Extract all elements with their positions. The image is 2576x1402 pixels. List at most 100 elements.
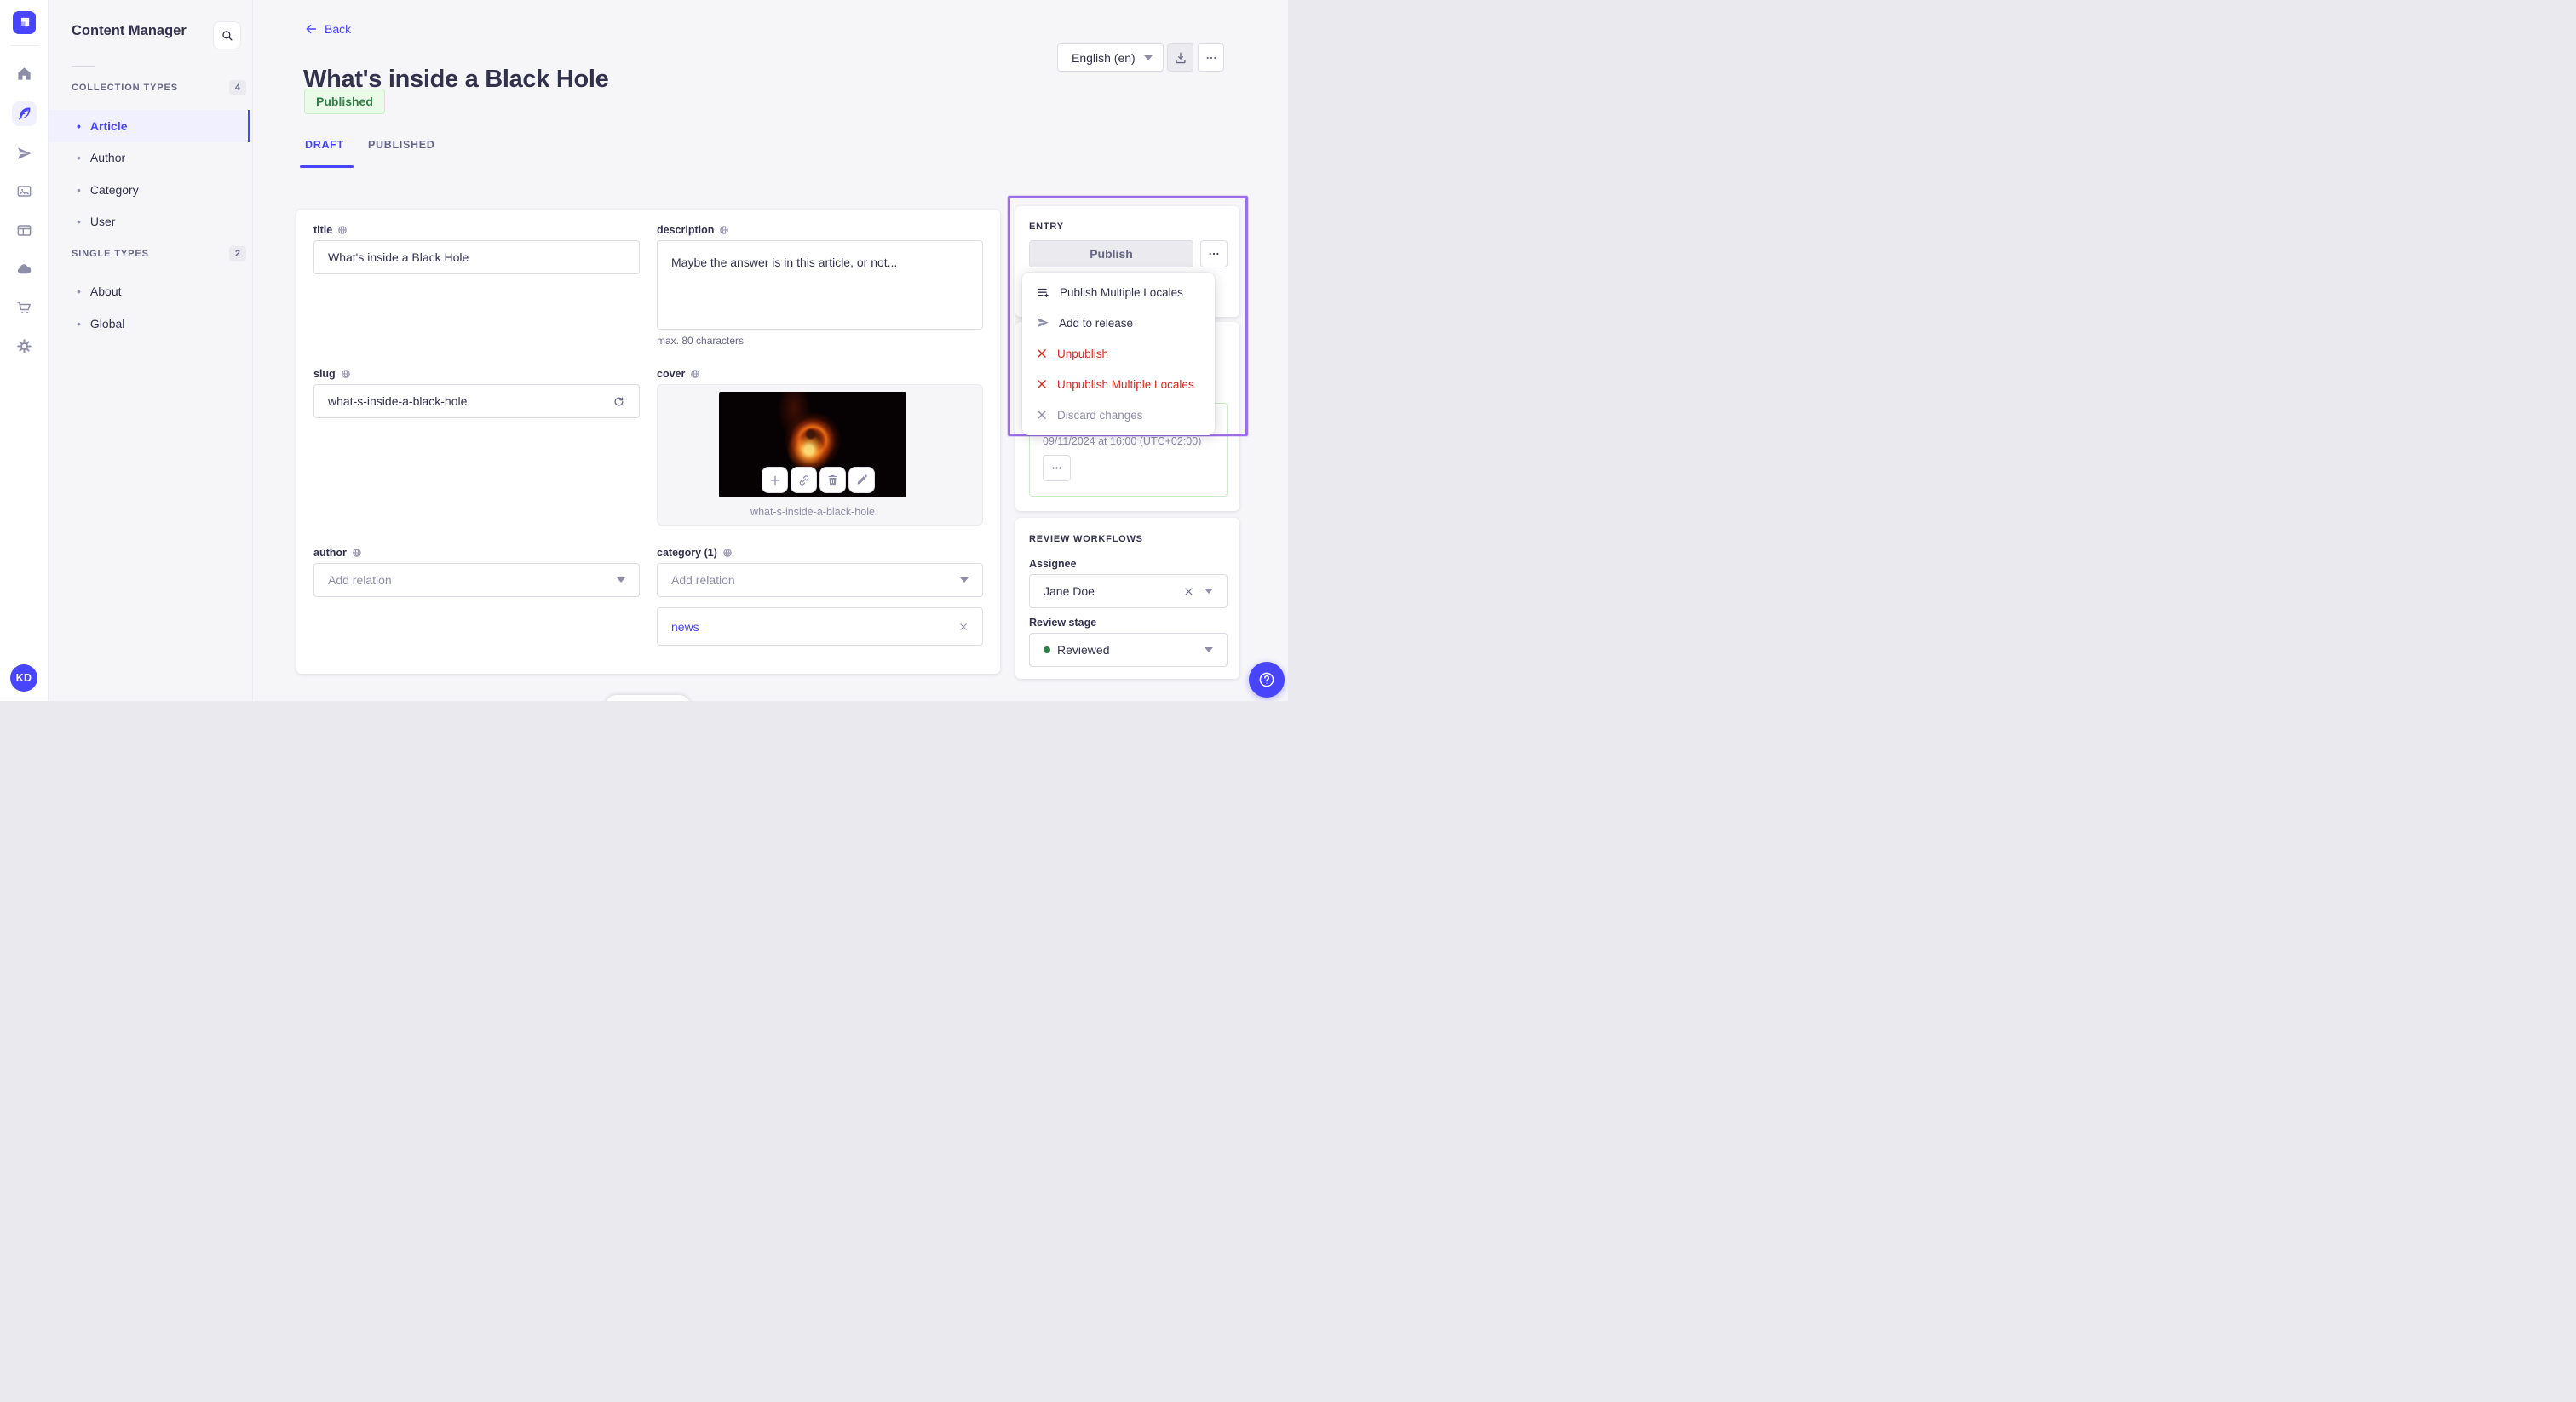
chevron-down-icon xyxy=(617,577,625,583)
back-arrow-icon xyxy=(304,22,318,36)
nav-item-label: User xyxy=(89,215,116,229)
cloud-icon[interactable] xyxy=(12,257,37,282)
avatar-initials: KD xyxy=(15,672,32,684)
subnav-divider xyxy=(72,66,95,67)
nav-item-label: Article xyxy=(89,118,128,133)
menu-item-publish-multiple-locales[interactable]: Publish Multiple Locales xyxy=(1022,277,1215,307)
content-manager-page: KD Content Manager COLLECTION TYPES 4 • A… xyxy=(0,0,1288,701)
strapi-logo[interactable] xyxy=(13,11,36,34)
sidebar-divider xyxy=(10,45,38,46)
scheduled-date-text: 09/11/2024 at 16:00 (UTC+02:00) xyxy=(1043,435,1202,447)
sidebar-item-about[interactable]: • About xyxy=(49,276,251,308)
help-button[interactable] xyxy=(1249,662,1285,698)
cover-actions xyxy=(762,467,875,493)
globe-icon xyxy=(337,225,348,235)
regenerate-slug-icon[interactable] xyxy=(612,395,625,408)
pencil-icon xyxy=(855,474,868,486)
edit-media-button[interactable] xyxy=(848,467,875,493)
slug-input[interactable]: what-s-inside-a-black-hole xyxy=(313,384,640,418)
menu-item-unpublish[interactable]: Unpublish xyxy=(1022,338,1215,369)
cross-icon xyxy=(1036,378,1048,390)
nav-item-label: Category xyxy=(89,182,139,197)
more-dots-icon xyxy=(1050,462,1063,474)
remove-relation-icon[interactable] xyxy=(958,622,969,632)
entry-more-button[interactable] xyxy=(1200,240,1228,267)
search-button[interactable] xyxy=(213,21,241,49)
globe-icon xyxy=(722,548,733,558)
bottom-toolbar-pill xyxy=(605,695,691,701)
title-input[interactable]: What's inside a Black Hole xyxy=(313,240,640,274)
entry-actions-menu: Publish Multiple Locales Add to release … xyxy=(1022,273,1215,435)
bullet-icon: • xyxy=(77,151,81,165)
back-link[interactable]: Back xyxy=(304,22,351,36)
sidebar-item-category[interactable]: • Category xyxy=(49,174,251,206)
sidebar-item-author[interactable]: • Author xyxy=(49,142,251,175)
section-count-badge: 4 xyxy=(228,80,246,95)
globe-icon xyxy=(690,369,700,379)
bullet-icon: • xyxy=(77,284,81,299)
menu-item-label: Unpublish Multiple Locales xyxy=(1057,377,1194,391)
author-relation-select[interactable]: Add relation xyxy=(313,563,640,597)
add-media-button[interactable] xyxy=(762,467,788,493)
sidebar-item-global[interactable]: • Global xyxy=(49,307,251,340)
media-library-icon[interactable] xyxy=(12,179,37,204)
nav-item-label: About xyxy=(89,284,122,299)
marketplace-cart-icon[interactable] xyxy=(12,296,37,320)
locale-select[interactable]: English (en) xyxy=(1057,43,1164,72)
review-workflows-heading: REVIEW WORKFLOWS xyxy=(1029,534,1143,544)
sidebar-item-user[interactable]: • User xyxy=(49,206,251,238)
description-textarea[interactable]: Maybe the answer is in this article, or … xyxy=(657,240,983,330)
content-manager-icon[interactable] xyxy=(12,101,37,126)
settings-gear-icon[interactable] xyxy=(12,334,37,359)
download-icon xyxy=(1174,51,1187,65)
collection-types-header: COLLECTION TYPES 4 xyxy=(72,80,246,95)
copy-link-button[interactable] xyxy=(791,467,817,493)
section-label: COLLECTION TYPES xyxy=(72,83,179,93)
relation-link-news[interactable]: news xyxy=(671,620,699,634)
sidebar-item-article[interactable]: • Article xyxy=(49,110,251,142)
category-field-label: category (1) xyxy=(657,547,733,559)
content-type-builder-icon[interactable] xyxy=(12,218,37,243)
more-dots-icon xyxy=(1205,51,1218,65)
active-tab-indicator xyxy=(300,165,354,168)
description-field-label: description xyxy=(657,224,729,236)
bullet-icon: • xyxy=(77,215,81,229)
subnav-title: Content Manager xyxy=(72,23,187,38)
download-button[interactable] xyxy=(1167,43,1193,72)
slug-field-label: slug xyxy=(313,368,351,380)
cover-filename-caption: what-s-inside-a-black-hole xyxy=(750,506,875,518)
review-workflows-card: REVIEW WORKFLOWS Assignee Jane Doe Revie… xyxy=(1015,518,1239,679)
menu-item-unpublish-multiple-locales[interactable]: Unpublish Multiple Locales xyxy=(1022,369,1215,399)
bullet-icon: • xyxy=(77,118,81,133)
cover-field-label: cover xyxy=(657,368,700,380)
publish-button-label: Publish xyxy=(1090,247,1133,261)
scheduled-more-button[interactable] xyxy=(1043,455,1071,481)
category-relation-select[interactable]: Add relation xyxy=(657,563,983,597)
bullet-icon: • xyxy=(77,182,81,197)
list-plus-icon xyxy=(1036,285,1050,300)
tab-draft[interactable]: DRAFT xyxy=(305,139,344,151)
menu-item-add-to-release[interactable]: Add to release xyxy=(1022,307,1215,338)
category-placeholder: Add relation xyxy=(671,573,735,587)
send-icon xyxy=(1036,316,1049,330)
section-label: SINGLE TYPES xyxy=(72,249,149,259)
clear-assignee-icon[interactable] xyxy=(1183,586,1194,597)
publish-button[interactable]: Publish xyxy=(1029,240,1193,267)
stage-status-dot xyxy=(1044,646,1050,653)
status-badge: Published xyxy=(304,89,385,114)
trash-icon xyxy=(826,474,839,486)
releases-icon[interactable] xyxy=(12,141,37,166)
globe-icon xyxy=(719,225,729,235)
review-stage-select[interactable]: Reviewed xyxy=(1029,633,1228,667)
nav-item-label: Author xyxy=(89,151,126,165)
assignee-select[interactable]: Jane Doe xyxy=(1029,574,1228,608)
user-avatar[interactable]: KD xyxy=(10,664,37,692)
delete-media-button[interactable] xyxy=(819,467,846,493)
tab-published[interactable]: PUBLISHED xyxy=(368,139,435,151)
section-count-badge: 2 xyxy=(228,246,246,261)
home-icon[interactable] xyxy=(12,61,37,86)
review-stage-value: Reviewed xyxy=(1057,643,1110,657)
menu-item-discard-changes[interactable]: Discard changes xyxy=(1022,399,1215,430)
header-more-button[interactable] xyxy=(1198,43,1224,72)
link-icon xyxy=(797,474,811,487)
